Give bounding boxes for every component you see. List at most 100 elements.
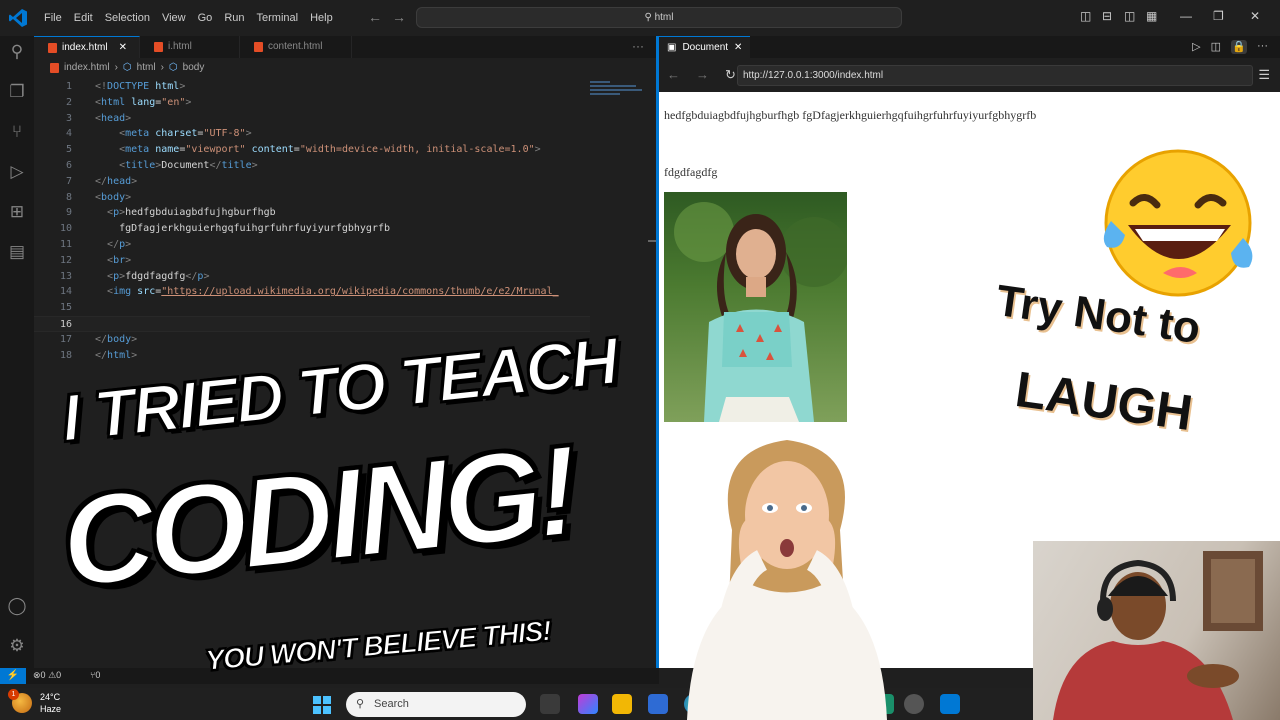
- breadcrumb-item[interactable]: index.html: [64, 62, 110, 73]
- line-number: 13: [59, 270, 72, 282]
- element-icon: ⬡: [168, 62, 178, 73]
- taskbar-search[interactable]: ⚲ Search: [346, 692, 526, 717]
- ports-status[interactable]: ⑂0: [90, 670, 100, 680]
- menu-help[interactable]: Help: [304, 12, 339, 24]
- remote-indicator-icon[interactable]: ⚡: [0, 668, 26, 684]
- scrollbar-indicator[interactable]: [648, 240, 656, 242]
- html-file-icon: [153, 42, 163, 52]
- tab-label: content.html: [267, 41, 323, 52]
- nav-back-forward-icon[interactable]: ←→: [368, 9, 416, 25]
- lock-icon[interactable]: 🔒: [1231, 40, 1247, 54]
- tab-i-html[interactable]: i.html: [140, 36, 240, 58]
- code-line: 14 <img src="https://upload.wikimedia.or…: [34, 284, 590, 300]
- code-line: 15: [34, 300, 590, 316]
- menu-file[interactable]: File: [38, 12, 68, 24]
- breadcrumb: index.html › ⬡ html › ⬡ body: [50, 62, 204, 73]
- menu-edit[interactable]: Edit: [68, 12, 99, 24]
- activity-bar: ⚲ ❐ ⑂ ▷ ⊞ ▤ ◯ ⚙: [0, 36, 34, 668]
- file-explorer-icon[interactable]: [612, 694, 632, 714]
- code-line-current: 16: [34, 315, 590, 332]
- close-tab-icon[interactable]: ✕: [119, 37, 127, 59]
- command-center-search[interactable]: ⚲ html: [416, 7, 902, 28]
- minimap[interactable]: [590, 79, 646, 119]
- chevron-right-icon: ›: [114, 62, 118, 73]
- line-number: 6: [65, 159, 72, 171]
- explorer-icon[interactable]: ❐: [7, 82, 27, 102]
- split-editor-icon[interactable]: ◫: [1211, 40, 1221, 54]
- tab-index-html[interactable]: index.html ✕: [34, 36, 140, 58]
- status-bar: ⚡ ⊗0 ⚠0 ⑂0: [0, 668, 659, 684]
- toggle-panel-icon[interactable]: ⊟: [1102, 9, 1112, 23]
- restore-icon[interactable]: ❐: [1213, 9, 1224, 23]
- weather-temp: 24°C: [40, 692, 61, 702]
- woman-photo-illustration: [674, 202, 847, 422]
- account-icon[interactable]: ◯: [7, 596, 27, 616]
- close-tab-icon[interactable]: ✕: [734, 42, 742, 53]
- tab-label: i.html: [167, 41, 192, 52]
- task-view-icon[interactable]: [540, 694, 560, 714]
- line-number: 3: [65, 112, 72, 124]
- breadcrumb-item[interactable]: html: [137, 62, 156, 73]
- source-control-icon[interactable]: ⑂: [7, 122, 27, 142]
- vscode-taskbar-icon[interactable]: [940, 694, 960, 714]
- settings-app-icon[interactable]: [904, 694, 924, 714]
- menu-terminal[interactable]: Terminal: [251, 12, 305, 24]
- minimize-icon[interactable]: —: [1180, 9, 1192, 23]
- weather-icon: 1: [8, 689, 32, 713]
- breadcrumb-item[interactable]: body: [183, 62, 205, 73]
- html-file-icon: [50, 62, 59, 73]
- tab-content-html[interactable]: content.html: [240, 36, 352, 58]
- more-actions-icon[interactable]: ···: [632, 39, 644, 53]
- line-number: 4: [65, 128, 72, 140]
- layout-icon[interactable]: ▦: [1146, 9, 1157, 23]
- extensions-icon[interactable]: ⊞: [7, 202, 27, 222]
- preview-paragraph: hedfgbduiagbdfujhgburfhgb fgDfagjerkhgui…: [664, 108, 1037, 122]
- code-line: 10 fgDfagjerkhguierhgqfuihgrfuhrfuyiyurf…: [34, 221, 590, 237]
- tab-label: index.html: [62, 41, 108, 53]
- reload-icon[interactable]: ↻: [725, 67, 736, 83]
- toggle-sidebar-icon[interactable]: ◫: [1080, 9, 1091, 23]
- line-number: 7: [65, 175, 72, 187]
- forward-arrow-icon[interactable]: →: [696, 67, 709, 83]
- preview-image: [664, 192, 847, 422]
- menu-view[interactable]: View: [156, 12, 192, 24]
- run-icon[interactable]: ▷: [1192, 40, 1200, 54]
- close-window-icon[interactable]: ✕: [1250, 9, 1260, 23]
- streamer-illustration: [1053, 551, 1263, 720]
- more-actions-icon[interactable]: ···: [1257, 40, 1268, 54]
- code-line: 9 <p>hedfgbduiagbdfujhgburfhgb: [34, 205, 590, 221]
- url-input[interactable]: http://127.0.0.1:3000/index.html: [737, 65, 1253, 86]
- preview-nav: ← → ↻: [667, 67, 736, 83]
- shocked-woman-illustration: [687, 440, 887, 720]
- webcam-overlay: [1033, 541, 1280, 720]
- taskbar-search-text: Search: [374, 698, 409, 710]
- settings-gear-icon[interactable]: ⚙: [7, 636, 27, 656]
- menu-go[interactable]: Go: [192, 12, 219, 24]
- hamburger-menu-icon[interactable]: ☰: [1258, 67, 1270, 83]
- problems-status[interactable]: ⊗0 ⚠0: [33, 670, 61, 681]
- line-number: 16: [59, 318, 72, 330]
- menu-selection[interactable]: Selection: [99, 12, 156, 24]
- store-icon[interactable]: [648, 694, 668, 714]
- line-number: 17: [59, 333, 72, 345]
- code-line: 5 <meta name="viewport" content="width=d…: [34, 142, 590, 158]
- search-icon: ⚲: [356, 698, 365, 710]
- back-arrow-icon[interactable]: ←: [667, 67, 680, 83]
- line-number: 5: [65, 144, 72, 156]
- code-line: 2 <html lang="en">: [34, 95, 590, 111]
- html-file-icon: [253, 42, 263, 52]
- toggle-secondary-sidebar-icon[interactable]: ◫: [1124, 9, 1135, 23]
- clipboard-icon[interactable]: ▤: [7, 242, 27, 262]
- warning-icon: ⚠: [48, 670, 57, 680]
- search-icon[interactable]: ⚲: [7, 42, 27, 62]
- error-count: 0: [40, 670, 46, 680]
- weather-widget[interactable]: 1 24°C Haze: [8, 689, 61, 715]
- copilot-icon[interactable]: [578, 694, 598, 714]
- vscode-logo-icon: [9, 9, 27, 27]
- windows-start-icon[interactable]: [313, 696, 331, 714]
- laughing-emoji-icon: [1103, 149, 1253, 297]
- run-debug-icon[interactable]: ▷: [7, 162, 27, 182]
- menu-run[interactable]: Run: [218, 12, 250, 24]
- preview-paragraph: fdgdfagdfg: [664, 165, 718, 179]
- tab-document-preview[interactable]: ▣ Document ✕: [659, 36, 751, 58]
